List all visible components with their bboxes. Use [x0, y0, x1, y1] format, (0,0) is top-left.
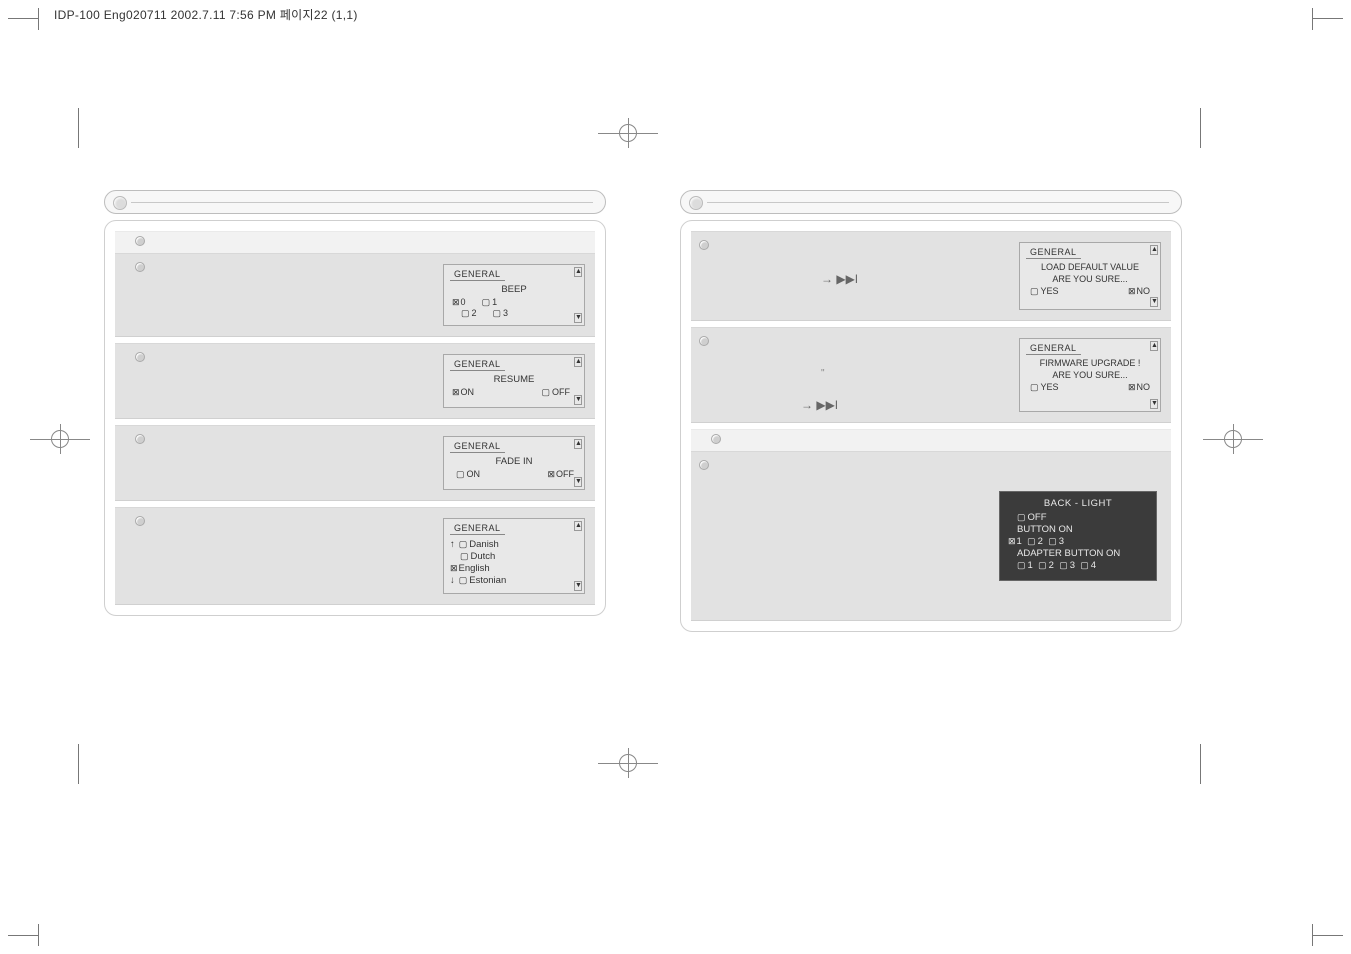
step-fadein: ▲ ▼ GENERAL FADE IN ON OFF	[115, 425, 595, 501]
backlight-adp-4[interactable]: 4	[1080, 560, 1096, 571]
crop-mark	[78, 108, 79, 148]
lcd-tab: GENERAL	[1026, 343, 1081, 355]
crop-mark	[38, 924, 39, 946]
fadein-opt-on[interactable]: ON	[456, 469, 480, 480]
scroll-up-icon: ▲	[574, 521, 582, 531]
backlight-adp-2[interactable]: 2	[1038, 560, 1054, 571]
scroll-up-icon: ▲	[574, 357, 582, 367]
page-body: → ▶▶I ▲ ▼ GENERAL LOAD DEFAULT VALUE ARE…	[680, 220, 1182, 632]
fadein-opt-off[interactable]: OFF	[547, 469, 574, 480]
crop-mark	[1200, 108, 1201, 148]
step-beep: ▲ ▼ GENERAL BEEP 0 1 2 3	[115, 253, 595, 337]
lcd-title: FADE IN	[450, 456, 578, 467]
backlight-btn-3[interactable]: 3	[1048, 536, 1064, 547]
lcd-tab: GENERAL	[1026, 247, 1081, 259]
section-head	[691, 429, 1171, 451]
backlight-adapter-label: ADAPTER BUTTON ON	[1017, 548, 1148, 560]
bullet-icon	[699, 460, 709, 470]
crop-mark	[38, 8, 39, 30]
bullet-icon	[699, 240, 709, 250]
crop-mark	[8, 18, 38, 19]
load-default-yes[interactable]: YES	[1030, 286, 1059, 297]
step-firmware: " → ▶▶I ▲ ▼ GENERAL FIRMWARE UPGRADE ! A…	[691, 327, 1171, 423]
load-default-no[interactable]: NO	[1128, 286, 1150, 297]
section-head	[115, 231, 595, 253]
backlight-button-on-label: BUTTON ON	[1017, 524, 1148, 536]
lang-dutch[interactable]: Dutch	[460, 551, 495, 562]
crop-mark	[78, 744, 79, 784]
lang-english[interactable]: English	[450, 563, 490, 574]
scroll-down-icon: ▼	[574, 313, 582, 323]
step-load-default: → ▶▶I ▲ ▼ GENERAL LOAD DEFAULT VALUE ARE…	[691, 231, 1171, 321]
scroll-down-icon: ▼	[574, 395, 582, 405]
scroll-down-icon: ▼	[574, 581, 582, 591]
firmware-no[interactable]: NO	[1128, 382, 1150, 393]
lcd-firmware: ▲ ▼ GENERAL FIRMWARE UPGRADE ! ARE YOU S…	[1019, 338, 1161, 412]
step-resume: ▲ ▼ GENERAL RESUME ON OFF	[115, 343, 595, 419]
backlight-btn-1[interactable]: 1	[1008, 536, 1022, 547]
scroll-up-icon: ▲	[574, 267, 582, 277]
lcd-title: RESUME	[450, 374, 578, 385]
scroll-up-icon: ▲	[574, 439, 582, 449]
backlight-btn-2[interactable]: 2	[1027, 536, 1043, 547]
page-header-pill	[680, 190, 1182, 214]
lcd-resume: ▲ ▼ GENERAL RESUME ON OFF	[443, 354, 585, 408]
step-backlight: BACK - LIGHT OFF BUTTON ON 1 2 3 ADAPTER…	[691, 451, 1171, 621]
step-language: ▲ ▼ GENERAL Danish Dutch English Estonia…	[115, 507, 595, 605]
backlight-adp-1[interactable]: 1	[1017, 560, 1033, 571]
backlight-title: BACK - LIGHT	[1008, 498, 1148, 510]
page-left: ▲ ▼ GENERAL BEEP 0 1 2 3 ▲ ▼ GENERAL	[104, 190, 606, 616]
resume-opt-on[interactable]: ON	[452, 387, 474, 398]
lang-estonian[interactable]: Estonian	[459, 575, 507, 586]
quote-mark: "	[821, 368, 825, 379]
bullet-icon	[135, 352, 145, 362]
lcd-line1: FIRMWARE UPGRADE !	[1026, 358, 1154, 368]
crop-mark	[8, 935, 38, 936]
press-next-icon: → ▶▶I	[801, 398, 838, 412]
bullet-icon	[699, 336, 709, 346]
scroll-down-icon: ▼	[1150, 399, 1158, 409]
beep-opt-1[interactable]: 1	[482, 297, 498, 308]
page-body: ▲ ▼ GENERAL BEEP 0 1 2 3 ▲ ▼ GENERAL	[104, 220, 606, 616]
bullet-icon	[135, 262, 145, 272]
crop-mark	[1200, 744, 1201, 784]
bullet-icon	[135, 516, 145, 526]
lcd-beep: ▲ ▼ GENERAL BEEP 0 1 2 3	[443, 264, 585, 326]
backlight-adp-3[interactable]: 3	[1059, 560, 1075, 571]
scroll-down-icon: ▼	[1150, 297, 1158, 307]
lcd-tab: GENERAL	[450, 441, 505, 453]
page-right: → ▶▶I ▲ ▼ GENERAL LOAD DEFAULT VALUE ARE…	[680, 190, 1182, 632]
lcd-title: BEEP	[450, 284, 578, 295]
crop-mark	[1312, 8, 1313, 30]
lcd-tab: GENERAL	[450, 269, 505, 281]
resume-opt-off[interactable]: OFF	[541, 387, 570, 398]
crop-mark	[1313, 935, 1343, 936]
beep-opt-3[interactable]: 3	[493, 308, 509, 319]
firmware-yes[interactable]: YES	[1030, 382, 1059, 393]
beep-opt-0[interactable]: 0	[452, 297, 466, 308]
bullet-icon	[135, 434, 145, 444]
scroll-up-icon: ▲	[1150, 341, 1158, 351]
lcd-tab: GENERAL	[450, 359, 505, 371]
crop-mark	[1312, 924, 1313, 946]
page-header-pill	[104, 190, 606, 214]
print-header: IDP-100 Eng020711 2002.7.11 7:56 PM 페이지2…	[54, 6, 358, 23]
press-next-icon: → ▶▶I	[821, 272, 858, 286]
crop-mark	[1313, 18, 1343, 19]
scroll-down-icon: ▼	[574, 477, 582, 487]
lcd-line1: LOAD DEFAULT VALUE	[1026, 262, 1154, 272]
lcd-fadein: ▲ ▼ GENERAL FADE IN ON OFF	[443, 436, 585, 490]
lcd-language: ▲ ▼ GENERAL Danish Dutch English Estonia…	[443, 518, 585, 594]
lang-danish[interactable]: Danish	[459, 539, 499, 550]
lcd-backlight: BACK - LIGHT OFF BUTTON ON 1 2 3 ADAPTER…	[999, 491, 1157, 580]
lcd-tab: GENERAL	[450, 523, 505, 535]
lcd-line2: ARE YOU SURE...	[1026, 370, 1154, 380]
scroll-up-icon: ▲	[1150, 245, 1158, 255]
lcd-load-default: ▲ ▼ GENERAL LOAD DEFAULT VALUE ARE YOU S…	[1019, 242, 1161, 310]
backlight-off[interactable]: OFF	[1017, 512, 1047, 523]
lcd-line2: ARE YOU SURE...	[1026, 274, 1154, 284]
beep-opt-2[interactable]: 2	[461, 308, 477, 319]
